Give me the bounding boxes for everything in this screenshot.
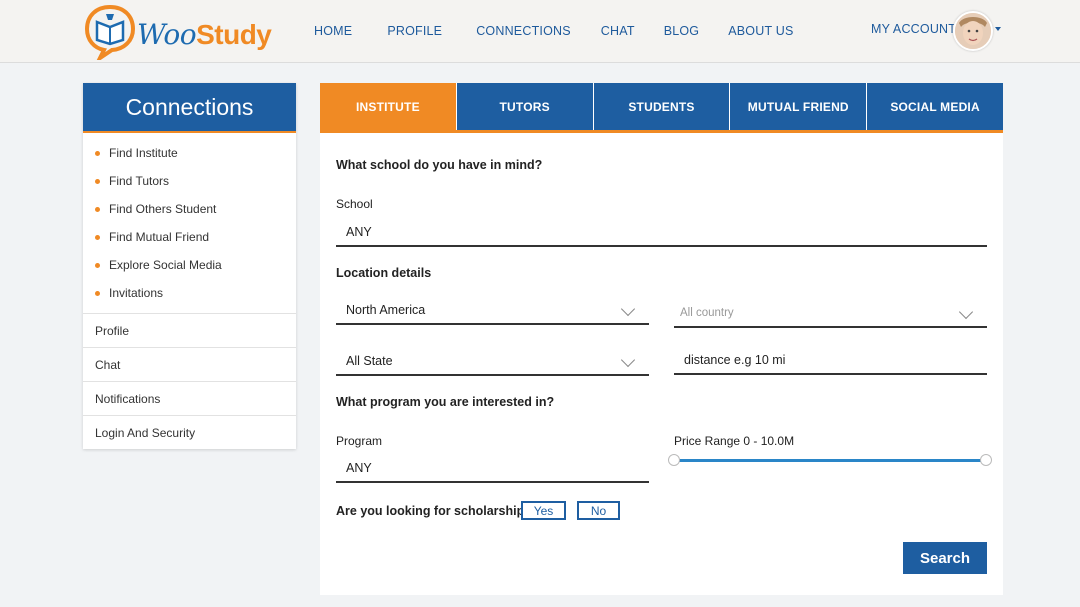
- state-value: All State: [346, 354, 393, 368]
- sidebar-item-find-institute[interactable]: Find Institute: [83, 139, 296, 167]
- main-nav: HOME PROFILE CONNECTIONS CHAT BLOG ABOUT…: [314, 24, 794, 38]
- nav-blog[interactable]: BLOG: [664, 24, 700, 38]
- sidebar-sub-list: Find Institute Find Tutors Find Others S…: [83, 133, 296, 313]
- sidebar-item-login-security[interactable]: Login And Security: [83, 415, 296, 449]
- tab-mutual-friend[interactable]: MUTUAL FRIEND: [729, 83, 867, 130]
- bullet-icon: [95, 290, 100, 296]
- school-input[interactable]: ANY: [336, 219, 987, 247]
- program-question: What program you are interested in?: [336, 395, 555, 409]
- search-button[interactable]: Search: [903, 542, 987, 574]
- user-photo-icon: [955, 13, 991, 49]
- price-max-handle[interactable]: [980, 454, 992, 466]
- nav-profile[interactable]: PROFILE: [387, 24, 442, 38]
- tab-students[interactable]: STUDENTS: [592, 83, 730, 130]
- top-header: WooStudy HOME PROFILE CONNECTIONS CHAT B…: [0, 0, 1080, 63]
- account-dropdown-icon[interactable]: [995, 27, 1001, 31]
- chevron-down-icon: [620, 301, 636, 317]
- sidebar-item-find-mutual-friend[interactable]: Find Mutual Friend: [83, 223, 296, 251]
- tab-social-media[interactable]: SOCIAL MEDIA: [866, 83, 1003, 130]
- region-select[interactable]: North America: [336, 297, 649, 325]
- bullet-icon: [95, 150, 100, 156]
- sidebar-item-notifications[interactable]: Notifications: [83, 381, 296, 415]
- region-value: North America: [346, 303, 426, 317]
- state-select[interactable]: All State: [336, 348, 649, 376]
- woostudy-logo[interactable]: WooStudy: [84, 4, 274, 60]
- nav-connections[interactable]: CONNECTIONS: [476, 24, 571, 38]
- chevron-down-icon: [958, 304, 974, 320]
- nav-about-us[interactable]: ABOUT US: [728, 24, 793, 38]
- logo-woo-text: Woo: [137, 18, 197, 51]
- my-account-link[interactable]: MY ACCOUNT: [871, 22, 956, 36]
- sidebar-item-explore-social-media[interactable]: Explore Social Media: [83, 251, 296, 279]
- scholarship-no-button[interactable]: No: [577, 501, 620, 520]
- sidebar-item-find-tutors[interactable]: Find Tutors: [83, 167, 296, 195]
- sidebar-item-chat[interactable]: Chat: [83, 347, 296, 381]
- price-range-label: Price Range 0 - 10.0M: [674, 434, 795, 448]
- logo-study-text: Study: [196, 19, 272, 50]
- avatar[interactable]: [953, 11, 993, 51]
- sidebar-item-label: Find Others Student: [109, 202, 217, 216]
- sidebar-item-label: Find Mutual Friend: [109, 230, 210, 244]
- bullet-icon: [95, 234, 100, 240]
- bullet-icon: [95, 262, 100, 268]
- school-label: School: [336, 197, 373, 211]
- tab-institute[interactable]: INSTITUTE: [320, 83, 456, 130]
- search-panel: INSTITUTE TUTORS STUDENTS MUTUAL FRIEND …: [320, 83, 1003, 595]
- logo-bubble-icon: [84, 4, 136, 60]
- country-placeholder: All country: [680, 307, 734, 319]
- price-min-handle[interactable]: [668, 454, 680, 466]
- bullet-icon: [95, 178, 100, 184]
- location-label: Location details: [336, 266, 432, 280]
- sidebar-title: Connections: [83, 83, 296, 133]
- sidebar-item-profile[interactable]: Profile: [83, 313, 296, 347]
- scholarship-yes-button[interactable]: Yes: [521, 501, 566, 520]
- sidebar-item-find-others-student[interactable]: Find Others Student: [83, 195, 296, 223]
- school-question: What school do you have in mind?: [336, 158, 543, 172]
- tab-bar: INSTITUTE TUTORS STUDENTS MUTUAL FRIEND …: [320, 83, 1003, 133]
- sidebar-item-label: Invitations: [109, 286, 164, 300]
- nav-chat[interactable]: CHAT: [601, 24, 635, 38]
- tab-tutors[interactable]: TUTORS: [455, 83, 593, 130]
- price-range-slider[interactable]: [668, 454, 992, 466]
- connections-sidebar: Connections Find Institute Find Tutors F…: [83, 83, 296, 449]
- sidebar-item-label: Find Tutors: [109, 174, 170, 188]
- scholarship-question: Are you looking for scholarship?: [336, 504, 532, 518]
- bullet-icon: [95, 206, 100, 212]
- program-label: Program: [336, 434, 383, 448]
- sidebar-item-invitations[interactable]: Invitations: [83, 279, 296, 307]
- distance-input[interactable]: distance e.g 10 mi: [674, 347, 987, 375]
- country-select[interactable]: All country: [674, 300, 987, 328]
- nav-home[interactable]: HOME: [314, 24, 352, 38]
- sidebar-item-label: Explore Social Media: [109, 258, 222, 272]
- sidebar-item-label: Find Institute: [109, 146, 178, 160]
- program-input[interactable]: ANY: [336, 455, 649, 483]
- chevron-down-icon: [620, 352, 636, 368]
